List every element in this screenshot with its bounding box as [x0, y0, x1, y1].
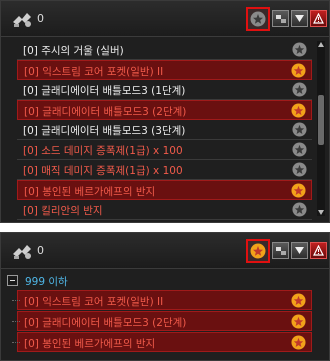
item-label: [0] 글래디에이터 배틀모드3 (1단계) [23, 85, 186, 97]
swap-icon [275, 14, 286, 23]
favorite-star-on-icon[interactable] [291, 183, 306, 198]
favorite-star-on-icon[interactable] [291, 293, 306, 308]
list-item[interactable]: [0] 봉인된 베르가에프의 반지 [17, 332, 312, 352]
scroll-up-icon[interactable] [317, 41, 325, 49]
alert-button[interactable] [310, 242, 327, 259]
warning-icon [313, 13, 324, 24]
favorite-star-off-icon[interactable] [292, 82, 307, 97]
alert-button[interactable] [310, 10, 327, 27]
sort-button[interactable] [272, 242, 289, 259]
list-item[interactable]: [0] 익스트림 코어 포켓(일반) II [17, 60, 312, 80]
list-item[interactable]: [0] 글래디에이터 배틀모드3 (2단계) [17, 311, 312, 331]
dropdown-button[interactable] [291, 10, 308, 27]
tree-connector [12, 321, 20, 322]
favorite-star-on-icon[interactable] [291, 103, 306, 118]
group-label: 999 이하 [25, 276, 68, 288]
item-label: [0] 매직 데미지 증폭제(1급) x 100 [23, 165, 183, 177]
item-label: [0] 봉인된 베르가에프의 반지 [24, 186, 156, 198]
favorite-star-off-icon[interactable] [292, 202, 307, 217]
star-filter-icon [250, 243, 266, 259]
triangle-down-icon [295, 15, 304, 22]
favorite-star-on-icon[interactable] [291, 335, 306, 350]
item-label: [0] 글래디에이터 배틀모드3 (3단계) [23, 125, 186, 137]
tree-connector [12, 342, 20, 343]
favorite-star-off-icon[interactable] [292, 122, 307, 137]
list-item[interactable]: [0] 글래디에이터 배틀모드3 (3단계) [17, 120, 312, 140]
item-label: [0] 봉인된 베르가에프의 반지 [24, 338, 156, 350]
favorite-star-off-icon[interactable] [292, 162, 307, 177]
item-label: [0] 익스트림 코어 포켓(일반) II [24, 66, 164, 78]
list-item[interactable]: [0] 소드 데미지 증폭제(1급) x 100 [17, 140, 312, 160]
favorite-star-on-icon[interactable] [291, 63, 306, 78]
favorite-filter-button[interactable] [246, 7, 270, 31]
dropdown-button[interactable] [291, 242, 308, 259]
item-label: [0] 익스트림 코어 포켓(일반) II [24, 296, 164, 308]
star-filter-icon [250, 11, 266, 27]
favorite-list-panel: 0 999 이하 [0] 익스트림 코어 포켓(일반) II [0] 글래디에이… [0, 232, 330, 361]
list-item[interactable]: [0] 글래디에이터 배틀모드3 (1단계) [17, 80, 312, 100]
sort-button[interactable] [272, 10, 289, 27]
item-count: 0 [37, 12, 44, 25]
favorite-star-on-icon[interactable] [291, 314, 306, 329]
list-item[interactable]: [0] 킬리안의 반지 [17, 200, 312, 220]
list-item[interactable]: [0] 글래디에이터 배틀모드3 (2단계) [17, 100, 312, 120]
collapse-icon[interactable] [7, 275, 18, 286]
item-bundle-icon [13, 245, 31, 259]
list-item[interactable]: [0] 매직 데미지 증폭제(1급) x 100 [17, 160, 312, 180]
tree-connector [12, 300, 20, 301]
list-item[interactable]: [0] 익스트림 코어 포켓(일반) II [17, 290, 312, 310]
item-label: [0] 글래디에이터 배틀모드3 (2단계) [24, 317, 187, 329]
item-list-panel: 0 [0] 주시의 거울 (실버) [0] 익스트림 코어 포켓(일반) II [0… [0, 0, 330, 223]
swap-icon [275, 246, 286, 255]
scrollbar[interactable] [317, 41, 325, 216]
panel-header: 0 [1, 1, 329, 37]
item-label: [0] 소드 데미지 증폭제(1급) x 100 [23, 145, 183, 157]
scroll-thumb[interactable] [318, 95, 324, 145]
item-label: [0] 글래디에이터 배틀모드3 (2단계) [24, 106, 187, 118]
panel-header: 0 [1, 233, 329, 269]
item-label: [0] 주시의 거울 (실버) [23, 45, 124, 57]
list-item[interactable]: [0] 주시의 거울 (실버) [17, 40, 312, 60]
triangle-down-icon [295, 247, 304, 254]
favorite-filter-button[interactable] [246, 239, 270, 263]
warning-icon [313, 245, 324, 256]
scroll-down-icon[interactable] [317, 208, 325, 216]
favorite-star-off-icon[interactable] [292, 42, 307, 57]
list-item[interactable]: [0] 봉인된 베르가에프의 반지 [17, 180, 312, 200]
favorite-star-off-icon[interactable] [292, 142, 307, 157]
item-bundle-icon [13, 13, 31, 27]
item-label: [0] 킬리안의 반지 [23, 205, 103, 217]
item-count: 0 [37, 244, 44, 257]
